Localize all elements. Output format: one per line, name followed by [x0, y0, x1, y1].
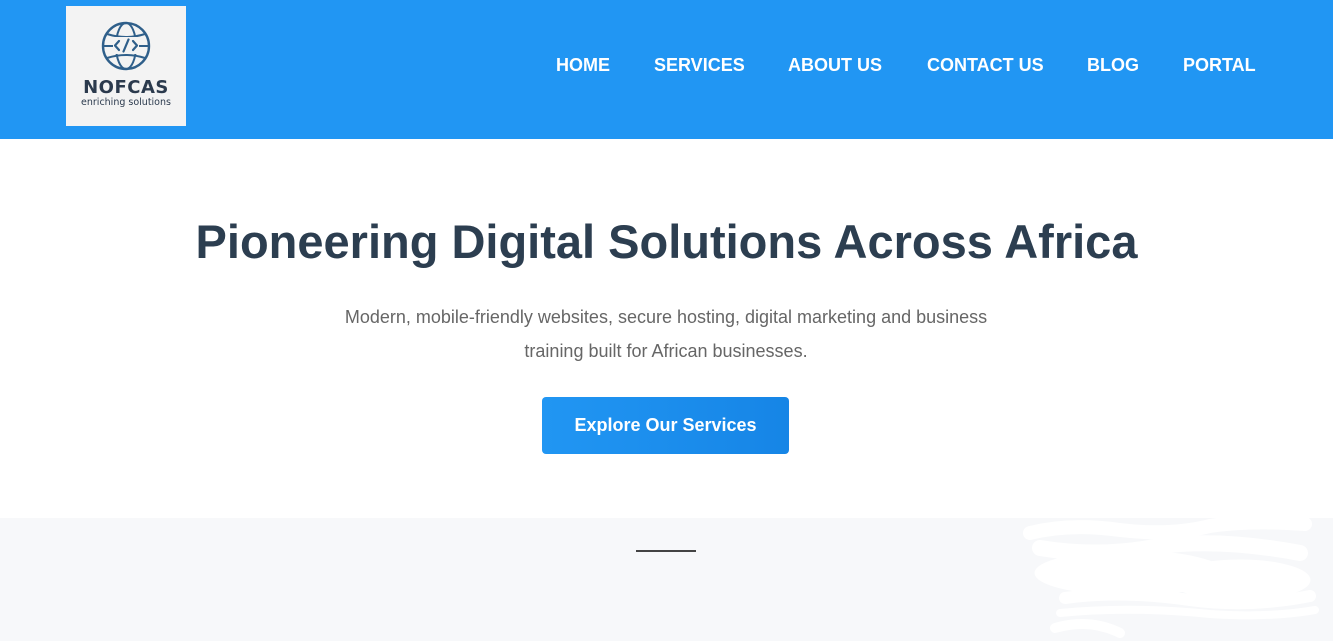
explore-services-button[interactable]: Explore Our Services	[542, 397, 789, 454]
hero-subtitle: Modern, mobile-friendly websites, secure…	[316, 300, 1016, 368]
site-logo[interactable]: NOFCAS enriching solutions	[66, 6, 186, 126]
nav-home[interactable]: HOME	[556, 55, 610, 76]
site-header: NOFCAS enriching solutions HOME SERVICES…	[0, 0, 1333, 139]
services-section	[0, 518, 1333, 641]
nav-contact-us[interactable]: CONTACT US	[927, 55, 1044, 76]
section-divider	[636, 550, 696, 552]
decorative-scribble	[1023, 518, 1319, 638]
hero-subtitle-line-2: training built for African businesses.	[524, 341, 808, 361]
globe-code-icon	[101, 21, 151, 71]
hero-subtitle-line-1: Modern, mobile-friendly websites, secure…	[344, 307, 988, 327]
logo-name: NOFCAS	[83, 77, 169, 98]
nav-portal[interactable]: PORTAL	[1183, 55, 1256, 76]
nav-services[interactable]: SERVICES	[654, 55, 745, 76]
logo-tagline: enriching solutions	[81, 97, 171, 108]
nav-blog[interactable]: BLOG	[1087, 55, 1139, 76]
hero-section: Pioneering Digital Solutions Across Afri…	[0, 139, 1333, 518]
nav-about-us[interactable]: ABOUT US	[788, 55, 882, 76]
hero-title: Pioneering Digital Solutions Across Afri…	[195, 215, 1138, 268]
